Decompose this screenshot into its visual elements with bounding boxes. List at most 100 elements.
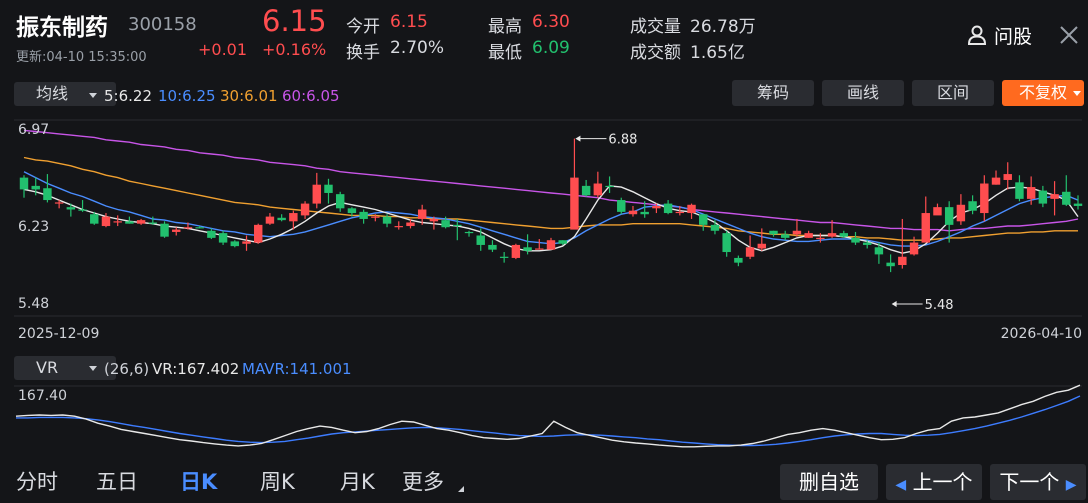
candle [265, 213, 275, 225]
chips-button[interactable]: 筹码 [732, 80, 814, 106]
amount-label: 成交额 [630, 43, 681, 63]
price-annotation: 5.48 [891, 298, 954, 313]
more-corner-icon [458, 486, 464, 492]
no-adjust-button[interactable]: 不复权 [1002, 80, 1084, 106]
range-button[interactable]: 区间 [912, 80, 994, 106]
amount-value: 1.65亿 [690, 43, 745, 63]
candle [1073, 195, 1083, 210]
vr-value: VR:167.402 [152, 360, 240, 378]
next-stock-button[interactable]: 下一个 ▶ [990, 464, 1086, 500]
sub-chevron-down-icon [89, 366, 97, 371]
tab-monthly-k[interactable]: 月K [340, 466, 375, 496]
candle [335, 191, 345, 212]
delete-watchlist-button[interactable]: 删自选 [780, 464, 878, 500]
candle [254, 223, 263, 244]
high-value: 6.30 [532, 12, 570, 32]
candle [1003, 162, 1012, 190]
sub-indicator-select[interactable]: VR [14, 356, 116, 380]
price-annotation: 6.88 [575, 133, 637, 148]
candle [113, 215, 122, 227]
price-change: +0.01 [198, 40, 248, 59]
open-label: 今开 [346, 17, 380, 37]
candle [78, 200, 87, 212]
tab-more[interactable]: 更多 [402, 466, 444, 496]
stock-code: 300158 [128, 14, 197, 35]
stock-name: 振东制药 [16, 15, 108, 41]
low-label: 最低 [488, 43, 522, 63]
annotation-label: 6.88 [608, 133, 637, 148]
candle [570, 138, 579, 230]
candle [535, 239, 544, 250]
candle [172, 227, 181, 236]
tab-daily-k[interactable]: 日K [180, 466, 217, 496]
candle [851, 231, 860, 245]
close-icon[interactable] [1058, 24, 1080, 46]
candle [43, 174, 52, 203]
candle [476, 228, 485, 251]
volume-value: 26.78万 [690, 17, 756, 37]
turnover-label: 换手 [346, 43, 380, 63]
tab-intraday[interactable]: 分时 [16, 466, 58, 496]
adjust-chevron-icon [1073, 91, 1081, 96]
candle [757, 228, 767, 251]
candle [663, 200, 673, 215]
open-value: 6.15 [390, 12, 428, 32]
main-indicator-select[interactable]: 均线 [14, 82, 116, 106]
candle [394, 221, 403, 230]
candle [944, 201, 954, 243]
candle [593, 171, 603, 198]
candle [898, 218, 907, 269]
tab-weekly-k[interactable]: 周K [260, 466, 295, 496]
candle [710, 220, 720, 235]
candle [546, 237, 556, 250]
candle [933, 203, 942, 216]
next-stock-label: 下一个 [999, 470, 1060, 494]
candle [312, 172, 321, 209]
x-label-end: 2026-04-10 [1001, 326, 1082, 342]
price-change-pct: +0.16% [262, 40, 327, 59]
candle [699, 214, 708, 231]
volume-label: 成交量 [630, 17, 681, 37]
candle [980, 175, 989, 222]
candle [687, 203, 696, 219]
candle [804, 230, 813, 238]
candle [207, 228, 216, 240]
vr-line [15, 384, 1081, 448]
candle [722, 230, 731, 257]
candle [628, 205, 638, 217]
current-price: 6.15 [262, 4, 327, 38]
vr-top-label: 167.40 [18, 388, 67, 404]
ma60-line [23, 129, 1079, 232]
candle [745, 235, 755, 260]
vr-params: (26,6) [104, 360, 150, 378]
candle [242, 235, 251, 251]
candle [734, 255, 743, 267]
candle [300, 201, 310, 219]
candle [324, 178, 333, 204]
candle [617, 197, 626, 215]
candle [488, 240, 497, 253]
ma5-legend: 5:6.22 [104, 87, 152, 105]
x-label-start: 2025-12-09 [18, 326, 99, 342]
candle [511, 243, 521, 260]
vr-chart[interactable]: 167.40 [0, 382, 1088, 458]
ma10-line [23, 171, 1079, 247]
candle [277, 214, 286, 222]
candle [968, 195, 977, 215]
update-time: 更新:04-10 15:35:00 [16, 50, 147, 65]
candle [464, 230, 474, 237]
prev-stock-button[interactable]: ◀ 上一个 [886, 464, 982, 500]
ma30-legend: 30:6.01 [220, 87, 278, 105]
candle [956, 194, 966, 225]
y-label-low: 5.48 [18, 296, 49, 312]
draw-line-button[interactable]: 画线 [822, 80, 904, 106]
candle [230, 240, 240, 248]
y-label-high: 6.97 [18, 122, 49, 138]
candle [1038, 185, 1048, 208]
sub-indicator-label: VR [36, 358, 59, 377]
ask-stock-button[interactable]: 问股 [966, 22, 1032, 48]
tab-five-day[interactable]: 五日 [96, 466, 138, 496]
ask-stock-label: 问股 [994, 25, 1033, 48]
person-icon [967, 25, 987, 45]
kline-chart[interactable]: 6.88 5.48 6.97 6.23 5.48 2025-12-09 2026-… [0, 110, 1088, 350]
